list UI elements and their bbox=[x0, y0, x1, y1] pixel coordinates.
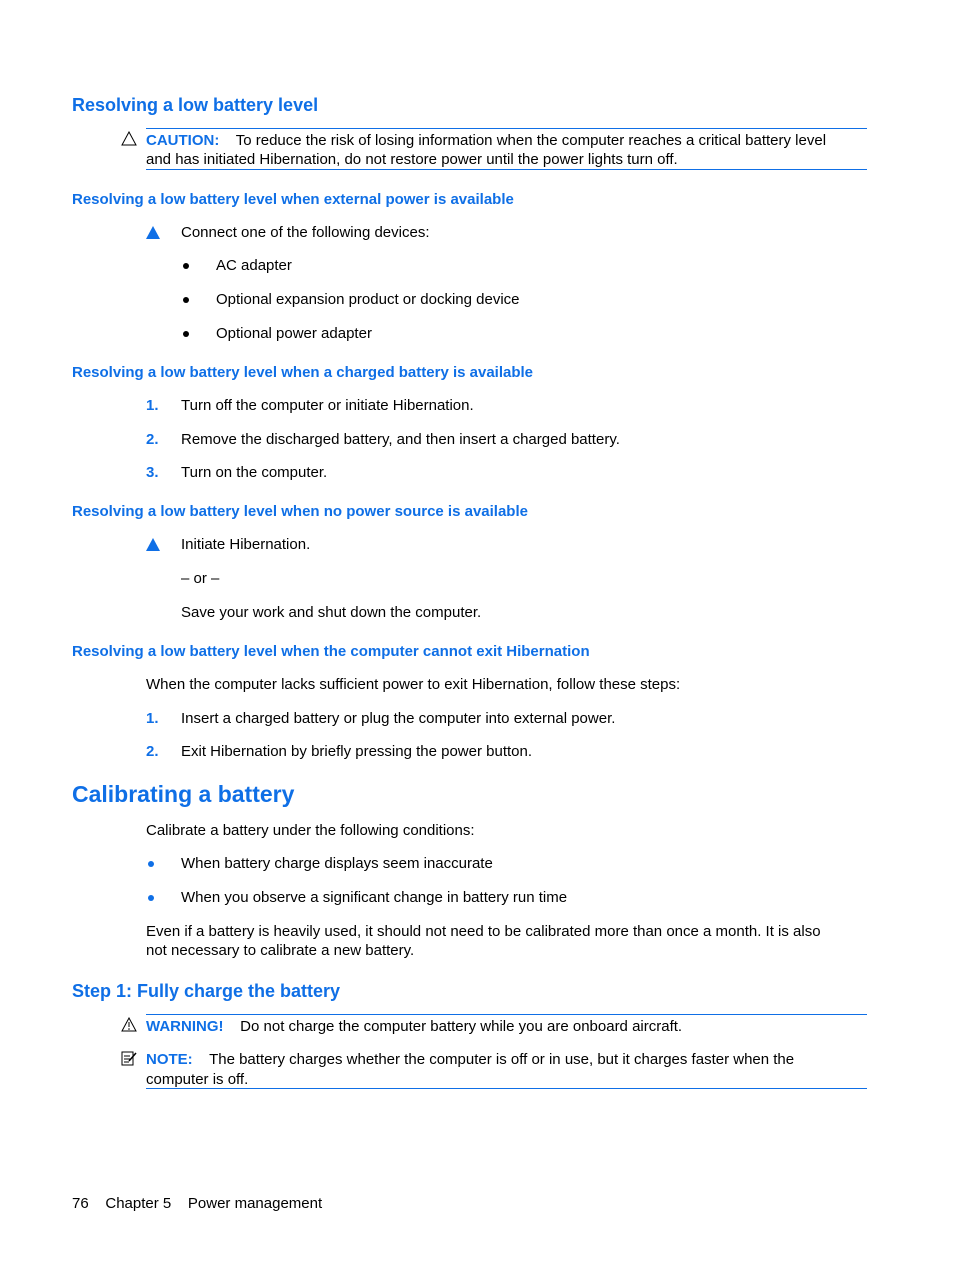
note-label: NOTE: bbox=[146, 1051, 193, 1068]
subsection-heading: Resolving a low battery level when the c… bbox=[72, 643, 590, 660]
step-text: Exit Hibernation by briefly pressing the… bbox=[181, 743, 533, 760]
list-item: Optional power adapter bbox=[216, 325, 372, 342]
warning-text: Do not charge the computer battery while… bbox=[240, 1018, 683, 1035]
warning-icon bbox=[121, 1016, 137, 1036]
chapter-label: Chapter 5 bbox=[105, 1195, 172, 1212]
warning-line: WARNING! Do not charge the computer batt… bbox=[146, 1017, 682, 1036]
section-heading: Resolving a low battery level bbox=[72, 95, 319, 115]
bullet-icon bbox=[148, 861, 154, 867]
section-heading: Calibrating a battery bbox=[72, 781, 295, 807]
step-text: Turn on the computer. bbox=[181, 464, 328, 481]
step-triangle-icon bbox=[146, 538, 160, 551]
step-text: Remove the discharged battery, and then … bbox=[181, 431, 620, 448]
warning-top-rule bbox=[146, 1014, 867, 1015]
note-line-1: NOTE: The battery charges whether the co… bbox=[146, 1050, 794, 1069]
note-text: The battery charges whether the computer… bbox=[209, 1051, 795, 1068]
warning-label: WARNING! bbox=[146, 1018, 224, 1035]
intro-text: Calibrate a battery under the following … bbox=[146, 822, 475, 839]
caution-label: CAUTION: bbox=[146, 132, 220, 149]
caution-line-2: and has initiated Hibernation, do not re… bbox=[146, 151, 678, 168]
caution-text: To reduce the risk of losing information… bbox=[235, 132, 827, 149]
list-item: AC adapter bbox=[216, 257, 292, 274]
step-text: Insert a charged battery or plug the com… bbox=[181, 710, 616, 727]
section-heading: Step 1: Fully charge the battery bbox=[72, 981, 341, 1001]
subsection-heading: Resolving a low battery level when exter… bbox=[72, 191, 514, 208]
page-number: 76 bbox=[72, 1195, 89, 1212]
page-footer: 76 Chapter 5 Power management bbox=[72, 1194, 322, 1213]
step-text: Turn off the computer or initiate Hibern… bbox=[181, 397, 474, 414]
note-bottom-rule bbox=[146, 1088, 867, 1089]
bullet-icon bbox=[183, 297, 189, 303]
note-icon bbox=[121, 1050, 137, 1070]
step-number: 1. bbox=[146, 710, 159, 727]
step-text: Initiate Hibernation. bbox=[181, 536, 311, 553]
paragraph-line-2: not necessary to calibrate a new battery… bbox=[146, 942, 415, 959]
chapter-title: Power management bbox=[187, 1195, 323, 1212]
caution-line-1: CAUTION: To reduce the risk of losing in… bbox=[146, 131, 826, 150]
step-text: Save your work and shut down the compute… bbox=[181, 604, 482, 621]
caution-icon bbox=[121, 130, 137, 150]
subsection-heading: Resolving a low battery level when a cha… bbox=[72, 364, 534, 381]
step-number: 2. bbox=[146, 431, 159, 448]
step-triangle-icon bbox=[146, 226, 160, 239]
caution-bottom-rule bbox=[146, 169, 867, 170]
list-item: When you observe a significant change in… bbox=[181, 889, 568, 906]
step-number: 2. bbox=[146, 743, 159, 760]
or-separator: – or – bbox=[181, 570, 220, 587]
list-item: Optional expansion product or docking de… bbox=[216, 291, 520, 308]
subsection-heading: Resolving a low battery level when no po… bbox=[72, 503, 528, 520]
bullet-icon bbox=[148, 895, 154, 901]
step-number: 3. bbox=[146, 464, 159, 481]
list-item: When battery charge displays seem inaccu… bbox=[181, 855, 493, 872]
step-number: 1. bbox=[146, 397, 159, 414]
step-text: Connect one of the following devices: bbox=[181, 224, 430, 241]
intro-text: When the computer lacks sufficient power… bbox=[146, 676, 681, 693]
paragraph-line-1: Even if a battery is heavily used, it sh… bbox=[146, 923, 821, 940]
bullet-icon bbox=[183, 331, 189, 337]
bullet-icon bbox=[183, 263, 189, 269]
note-line-2: computer is off. bbox=[146, 1071, 249, 1088]
caution-top-rule bbox=[146, 128, 867, 129]
